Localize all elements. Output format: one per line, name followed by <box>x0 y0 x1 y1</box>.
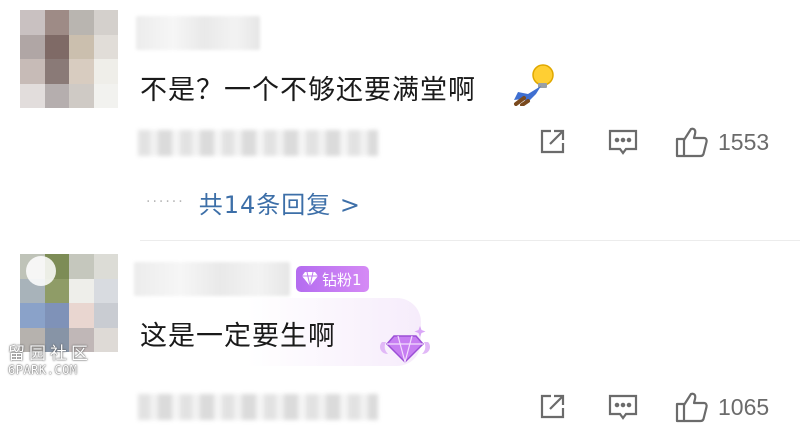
reply-button[interactable] <box>606 391 640 423</box>
share-button[interactable] <box>536 391 568 423</box>
timestamp-location-blurred <box>138 394 378 420</box>
comment-icon <box>608 129 638 155</box>
comment-icon <box>608 394 638 420</box>
stickman-lightbulb-icon <box>508 62 556 110</box>
share-button[interactable] <box>536 126 568 158</box>
view-replies-link[interactable]: ······ 共14条回复 > <box>146 185 361 219</box>
fan-badge-label: 钻粉1 <box>322 270 362 289</box>
like-button[interactable]: 1553 <box>674 124 769 160</box>
thumbs-up-icon <box>675 392 708 423</box>
comment-text: 这是一定要生啊 <box>140 321 336 352</box>
comment-list: 不是？一个不够还要满堂啊 1553 ······ 共14条回复 > 钻粉1 这是… <box>0 0 800 448</box>
watermark: 留园社区 6PARK.COM <box>8 344 92 377</box>
watermark-en: 6PARK.COM <box>8 362 78 377</box>
diamond-decoration-icon <box>376 322 434 370</box>
avatar-overlay-icon <box>26 256 56 286</box>
share-icon <box>540 129 565 154</box>
reply-dots: ······ <box>146 194 185 210</box>
thumbs-up-icon <box>675 127 708 158</box>
reply-button[interactable] <box>606 126 640 158</box>
share-icon <box>540 394 565 419</box>
view-replies-label: 共14条回复 > <box>198 190 361 219</box>
username-blurred[interactable] <box>136 16 260 50</box>
watermark-cn: 留园社区 <box>8 344 92 364</box>
avatar[interactable] <box>20 10 118 108</box>
timestamp-location-blurred <box>138 130 378 156</box>
like-count: 1065 <box>718 393 770 420</box>
like-button[interactable]: 1065 <box>674 389 769 425</box>
divider <box>140 240 800 241</box>
like-count: 1553 <box>718 128 770 155</box>
username-blurred[interactable] <box>134 262 290 296</box>
comment-text: 不是？一个不够还要满堂啊 <box>140 75 476 106</box>
diamond-icon <box>302 271 318 287</box>
fan-badge[interactable]: 钻粉1 <box>296 266 369 292</box>
